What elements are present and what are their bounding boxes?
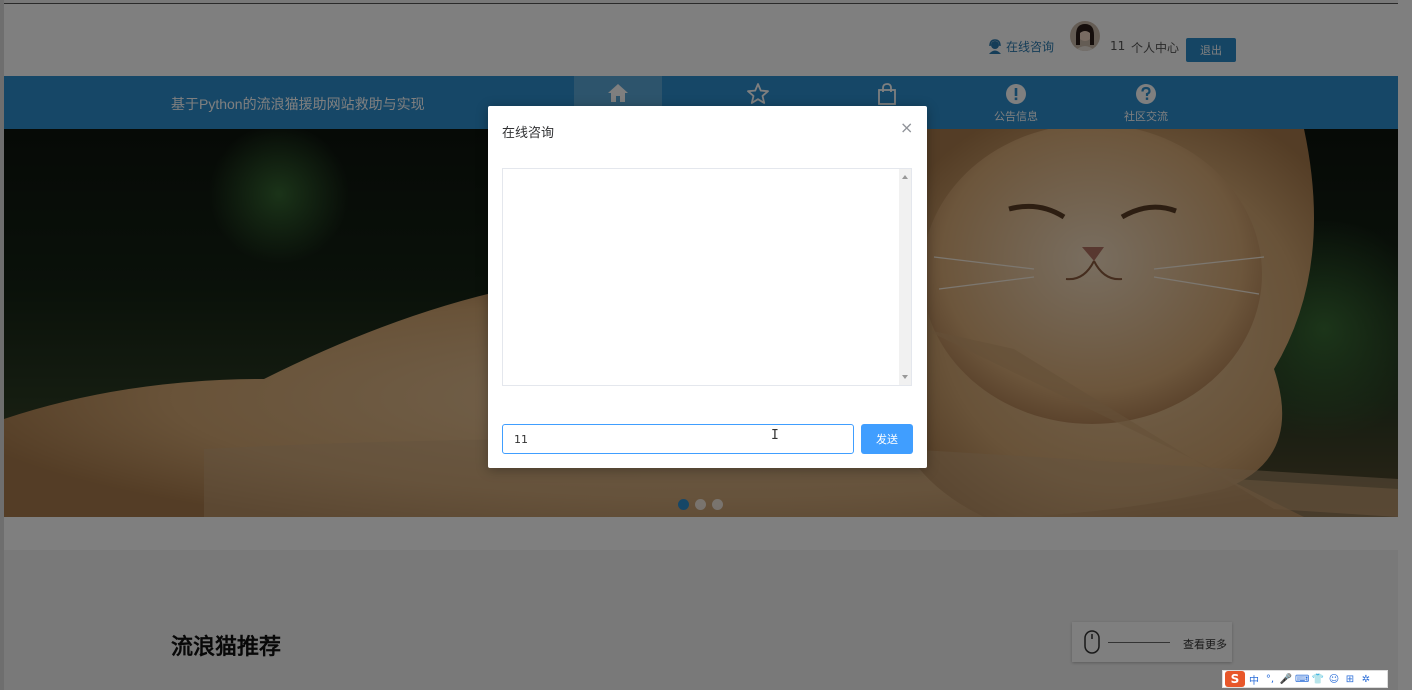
chat-scrollbar[interactable] (899, 169, 911, 385)
text-cursor-icon: I (771, 428, 779, 443)
ime-settings-icon[interactable]: ✲ (1359, 674, 1373, 685)
sogou-logo-icon[interactable]: S (1225, 671, 1245, 687)
ime-microphone-icon[interactable]: 🎤 (1279, 674, 1293, 685)
ime-keyboard-icon[interactable]: ⌨ (1295, 674, 1309, 685)
message-input[interactable] (502, 424, 854, 454)
ime-skin-icon[interactable]: 👕 (1311, 674, 1325, 685)
ime-emoji-icon[interactable]: ☺ (1327, 674, 1341, 685)
ime-punctuation-icon[interactable]: °, (1263, 674, 1277, 685)
consult-dialog: 在线咨询 × I 发送 (488, 106, 927, 468)
ime-toolbox-icon[interactable]: ⊞ (1343, 674, 1357, 685)
scroll-up-arrow-icon[interactable] (902, 175, 908, 179)
ime-chinese-mode[interactable]: 中 (1247, 672, 1261, 687)
scroll-down-arrow-icon[interactable] (902, 375, 908, 379)
dialog-title: 在线咨询 (502, 125, 555, 140)
ime-toolbar: S 中 °, 🎤 ⌨ 👕 ☺ ⊞ ✲ (1222, 670, 1388, 688)
chat-message-area[interactable] (502, 168, 912, 386)
send-button[interactable]: 发送 (861, 424, 913, 454)
close-icon[interactable]: × (900, 118, 913, 137)
